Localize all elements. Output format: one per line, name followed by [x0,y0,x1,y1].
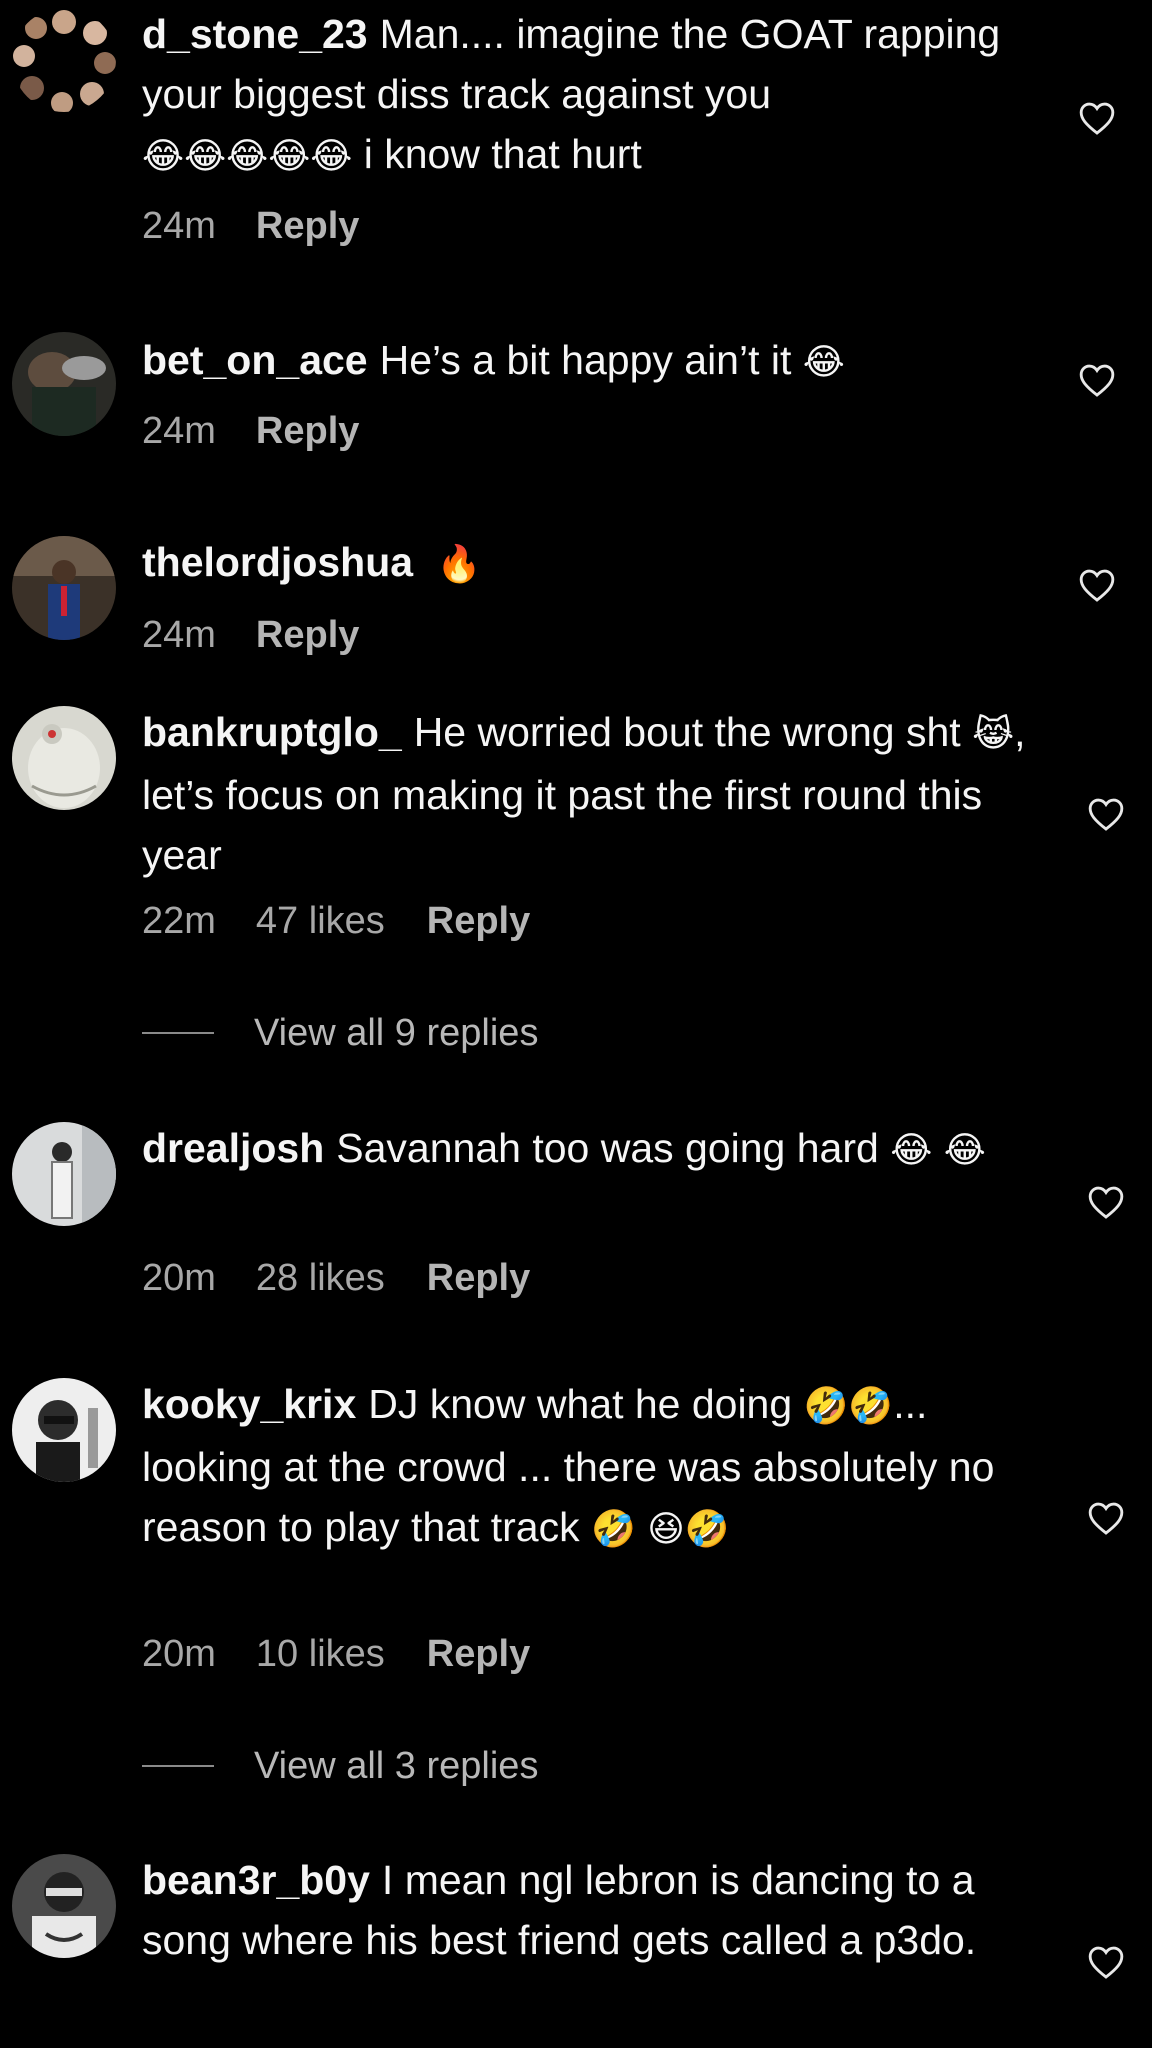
comment-username[interactable]: bean3r_b0y [142,1857,370,1903]
like-heart-icon[interactable] [1078,100,1116,136]
comment-time: 22m [142,900,216,942]
comment-meta: 24m Reply [142,614,359,657]
comment-text-continued: i know that hurt [352,131,642,177]
reply-button[interactable]: Reply [256,614,359,657]
comment-emoji: 😂 😂 [890,1130,986,1171]
comment-username[interactable]: drealjosh [142,1125,324,1171]
reply-button[interactable]: Reply [256,410,359,453]
comment-likes[interactable]: 28 likes [256,1257,385,1300]
comment-emoji: 😂😂😂😂😂 [142,136,353,177]
reply-button[interactable]: Reply [427,1257,530,1300]
view-replies-button[interactable]: View all 9 replies [142,1012,538,1055]
thread-divider [142,1031,214,1034]
avatar[interactable] [12,332,116,436]
comment-text: He worried bout the wrong sht [413,709,961,755]
avatar[interactable] [12,1378,116,1482]
comment-time: 20m [142,1257,216,1299]
comment-text: Savannah too was going hard [336,1125,879,1171]
comment-meta: 22m 47 likes Reply [142,900,530,943]
avatar[interactable] [12,1122,116,1226]
comment-username[interactable]: bankruptglo_ [142,709,402,755]
comment-text: DJ know what he doing [368,1381,793,1427]
like-heart-icon[interactable] [1078,362,1116,398]
view-replies-button[interactable]: View all 3 replies [142,1745,538,1788]
comment-emoji: 🤣🤣 [803,1386,894,1427]
like-heart-icon[interactable] [1087,1184,1125,1220]
avatar[interactable] [12,1854,116,1958]
comment-meta: 24m Reply [142,410,359,453]
thread-divider [142,1764,214,1767]
comment-username[interactable]: thelordjoshua [142,539,413,585]
reply-button[interactable]: Reply [256,205,359,248]
reply-button[interactable]: Reply [427,1633,530,1676]
comment-meta: 24m Reply [142,205,359,248]
reply-button[interactable]: Reply [427,900,530,943]
comment-likes[interactable]: 47 likes [256,900,385,943]
comment-emoji-trailing: 🤣 😆🤣 [590,1509,730,1550]
avatar[interactable] [12,706,116,810]
comment-time: 24m [142,205,216,247]
comment-time: 20m [142,1633,216,1675]
like-heart-icon[interactable] [1087,1500,1125,1536]
comment-time: 24m [142,410,216,452]
comment-time: 24m [142,614,216,656]
comment-emoji: 🔥 [436,544,482,585]
view-replies-label[interactable]: View all 9 replies [254,1012,538,1054]
avatar[interactable] [12,8,116,112]
like-heart-icon[interactable] [1087,796,1125,832]
comment-text: He’s a bit happy ain’t it [379,337,792,383]
like-heart-icon[interactable] [1078,567,1116,603]
comment-username[interactable]: bet_on_ace [142,337,368,383]
comments-feed: d_stone_23 Man.... imagine the GOAT rappi… [0,0,1152,2048]
comment-emoji: 😂 [802,342,845,383]
comment-username[interactable]: kooky_krix [142,1381,356,1427]
view-replies-label[interactable]: View all 3 replies [254,1745,538,1787]
comment-meta: 20m 28 likes Reply [142,1257,530,1300]
like-heart-icon[interactable] [1087,1944,1125,1980]
comment-emoji: 😹 [972,714,1015,755]
comment-meta: 20m 10 likes Reply [142,1633,530,1676]
comment-username[interactable]: d_stone_23 [142,11,368,57]
avatar[interactable] [12,536,116,640]
comment-likes[interactable]: 10 likes [256,1633,385,1676]
